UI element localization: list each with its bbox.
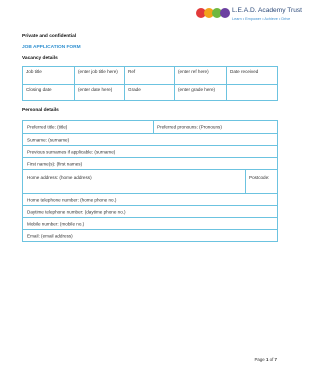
personal-table: Preferred title: (title) Preferred prono… [22, 120, 278, 242]
table-row: Home telephone number: (home phone no.) [23, 193, 277, 205]
column-divider [153, 121, 154, 133]
vacancy-heading: Vacancy details [22, 56, 58, 61]
first-names-field[interactable]: First name(s): (first names) [27, 161, 82, 166]
job-title-label: Job title [23, 67, 75, 84]
table-row: Mobile number: (mobile no.) [23, 217, 277, 229]
confidential-heading: Private and confidential [22, 34, 77, 39]
home-address-field[interactable]: Home address: (home address) [27, 175, 92, 180]
of-word: of [269, 357, 274, 362]
preferred-pronouns-field[interactable]: Preferred pronouns: (Pronouns) [157, 125, 222, 130]
grade-field[interactable]: (enter grade here) [175, 85, 227, 101]
table-row: First name(s): (first names) [23, 157, 277, 169]
closing-date-label: Closing date [23, 85, 75, 101]
total-pages: 7 [274, 357, 277, 362]
job-title-field[interactable]: (enter job title here) [75, 67, 125, 84]
trust-logo: L.E.A.D. Academy Trust Learn • Empower •… [196, 6, 302, 34]
vacancy-table: Job title (enter job title here) Ref (en… [22, 66, 278, 101]
table-row: Daytime telephone number: (daytime phone… [23, 205, 277, 217]
email-field[interactable]: Email: (email address) [27, 234, 73, 239]
postcode-field[interactable]: Postcode: [249, 175, 269, 180]
current-page: 1 [265, 357, 269, 362]
table-row: Surname: (surname) [23, 133, 277, 145]
mobile-field[interactable]: Mobile number: (mobile no.) [27, 221, 84, 226]
personal-heading: Personal details [22, 108, 59, 113]
date-received-label: Date received [230, 69, 259, 74]
grade-label: Grade [125, 85, 175, 101]
logo-tagline: Learn • Empower • Achieve • Drive [232, 17, 291, 21]
ref-label: Ref [125, 67, 175, 84]
column-divider [245, 170, 246, 193]
logo-name: L.E.A.D. Academy Trust [232, 7, 302, 14]
logo-dots-icon [196, 8, 232, 18]
table-row: Email: (email address) [23, 229, 277, 242]
surname-field[interactable]: Surname: (surname) [27, 137, 69, 142]
home-phone-field[interactable]: Home telephone number: (home phone no.) [27, 197, 116, 202]
table-row: Preferred title: (title) Preferred prono… [23, 121, 277, 133]
table-row: Home address: (home address) Postcode: [23, 169, 277, 193]
ref-field[interactable]: (enter ref here) [175, 67, 227, 84]
page-word: Page [254, 357, 265, 362]
table-row: Previous surnames if applicable: (surnam… [23, 145, 277, 157]
form-title: JOB APPLICATION FORM [22, 45, 81, 50]
closing-date-field[interactable]: (enter date here) [75, 85, 125, 101]
page-number: Page 1 of 7 [254, 357, 277, 362]
preferred-title-field[interactable]: Preferred title: (title) [27, 125, 67, 130]
daytime-phone-field[interactable]: Daytime telephone number: (daytime phone… [27, 209, 126, 214]
logo-dot [220, 8, 230, 18]
previous-surnames-field[interactable]: Previous surnames if applicable: (surnam… [27, 149, 115, 154]
